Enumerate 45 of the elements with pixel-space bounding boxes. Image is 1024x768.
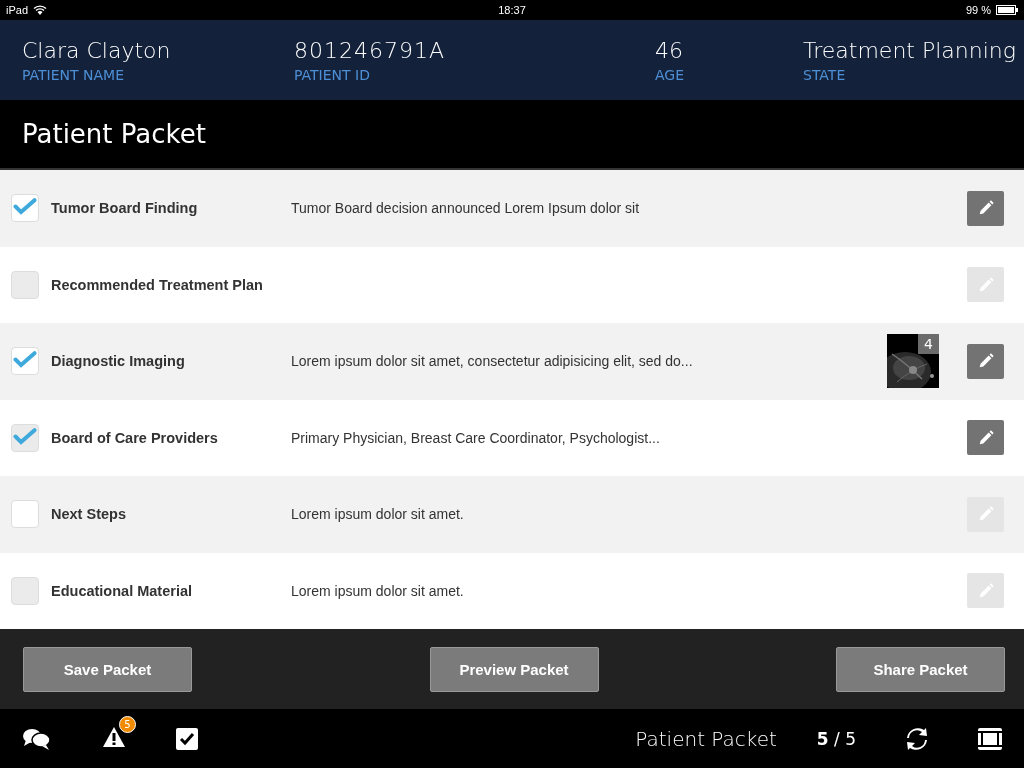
row-description: Lorem ipsum dolor sit amet. bbox=[291, 506, 465, 523]
battery-icon bbox=[996, 5, 1018, 15]
checkbox[interactable] bbox=[11, 500, 39, 529]
row-title: Educational Material bbox=[51, 582, 193, 599]
edit-button[interactable] bbox=[967, 190, 1004, 226]
patient-field-label: PATIENT ID bbox=[294, 66, 371, 83]
check-icon bbox=[13, 426, 37, 446]
patient-field-value: 801246791A bbox=[294, 37, 447, 63]
warning-icon[interactable] bbox=[102, 725, 126, 748]
packet-button[interactable]: Save Packet bbox=[23, 646, 192, 692]
clock-time: 18:37 bbox=[498, 4, 526, 16]
row-description: Lorem ipsum dolor sit amet, consectetur adipisicing elit, sed do... bbox=[291, 353, 694, 370]
row-description: Tumor Board decision announced Lorem Ipsum dolor sit bbox=[291, 200, 641, 217]
packet-button[interactable]: Preview Packet bbox=[429, 646, 599, 692]
packet-button[interactable]: Share Packet bbox=[836, 646, 1005, 692]
layout-icon[interactable] bbox=[978, 727, 1002, 750]
row-title: Tumor Board Finding bbox=[51, 200, 199, 217]
page-title: Patient Packet bbox=[22, 119, 206, 149]
image-count-badge: 4 bbox=[918, 334, 939, 355]
sync-icon[interactable] bbox=[906, 726, 928, 751]
alert-badge: 5 bbox=[119, 715, 136, 733]
chat-icon[interactable] bbox=[22, 726, 52, 751]
patient-field-value: 46 bbox=[655, 37, 684, 63]
patient-field-value: Treatment Planning bbox=[803, 37, 1016, 63]
bottom-title: Patient Packet bbox=[635, 726, 777, 751]
row-title: Diagnostic Imaging bbox=[51, 353, 186, 370]
row-description: Primary Physician, Breast Care Coordinator, Psychologist... bbox=[291, 429, 661, 446]
checkbox-icon[interactable] bbox=[176, 727, 198, 750]
battery-percent: 99 % bbox=[965, 4, 991, 16]
wifi-icon bbox=[33, 5, 48, 15]
row-title: Board of Care Providers bbox=[51, 429, 219, 446]
check-icon bbox=[13, 350, 37, 370]
check-icon bbox=[13, 197, 37, 217]
edit-button[interactable] bbox=[967, 343, 1004, 379]
checkbox[interactable] bbox=[11, 347, 39, 376]
device-label: iPad bbox=[6, 4, 29, 16]
row-title: Recommended Treatment Plan bbox=[51, 276, 264, 293]
patient-field-label: PATIENT NAME bbox=[22, 66, 125, 83]
row-title: Next Steps bbox=[51, 506, 127, 523]
row-description: Lorem ipsum dolor sit amet. bbox=[291, 582, 465, 599]
patient-field-label: STATE bbox=[803, 66, 847, 83]
checkbox[interactable] bbox=[11, 194, 39, 223]
patient-field-label: AGE bbox=[655, 66, 686, 83]
patient-field-value: Clara Clayton bbox=[22, 37, 172, 63]
page-counter: 5 / 5 bbox=[816, 728, 856, 749]
